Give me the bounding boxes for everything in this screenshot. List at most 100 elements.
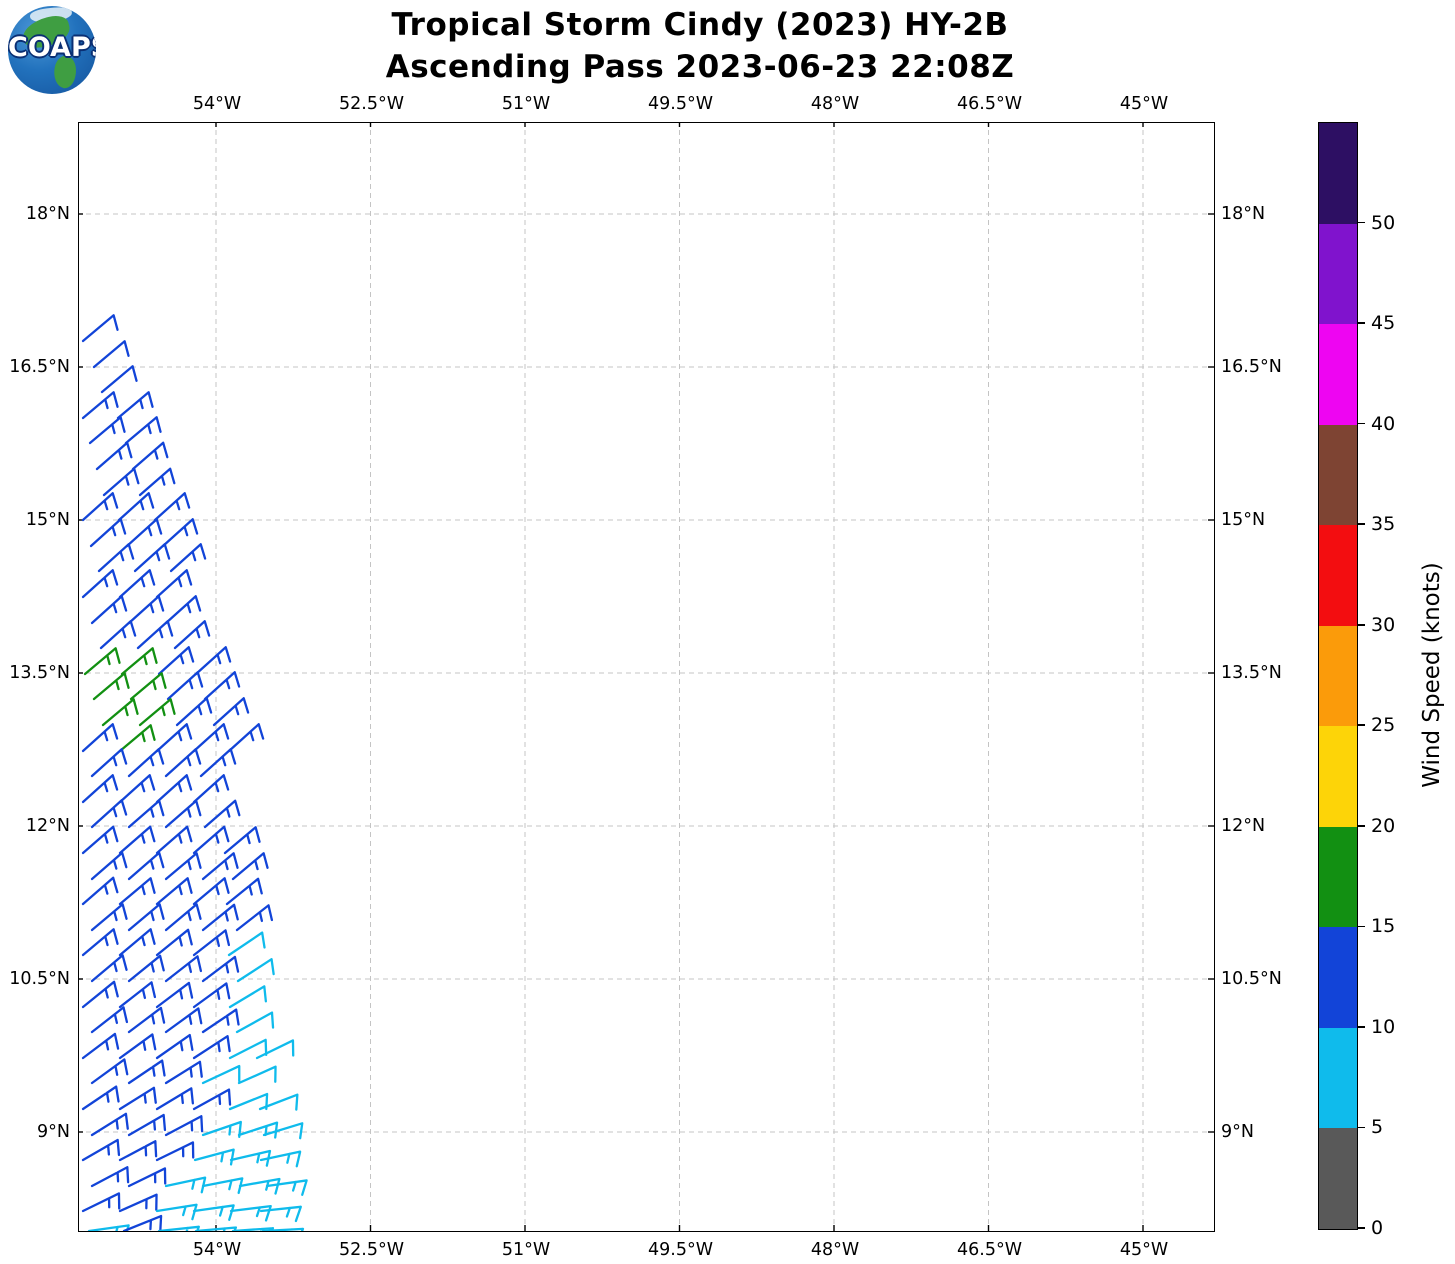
colorbar-tick-label: 40 xyxy=(1371,412,1396,435)
wind-speed-colorbar xyxy=(1318,122,1358,1230)
wind-barb xyxy=(91,852,128,881)
wind-barb xyxy=(123,1215,163,1231)
x-tick-label-bottom: 49.5°W xyxy=(647,1240,714,1260)
wind-barb xyxy=(165,852,203,881)
wind-barb xyxy=(165,800,202,829)
wind-barb xyxy=(256,1039,295,1060)
wind-barb xyxy=(91,595,128,625)
wind-barb xyxy=(119,569,156,599)
wind-barb xyxy=(156,774,193,804)
wind-barb xyxy=(119,826,156,855)
wind-barb xyxy=(119,877,157,906)
colorbar-segment-35-40 xyxy=(1319,424,1357,526)
wind-barb xyxy=(82,826,119,855)
colorbar-tick-mark xyxy=(1357,523,1365,525)
wind-barb xyxy=(213,697,250,727)
x-tick-label-top: 48°W xyxy=(810,94,860,114)
wind-barb xyxy=(117,391,155,420)
wind-barb xyxy=(137,620,174,650)
wind-barb xyxy=(229,985,268,1009)
wind-barb xyxy=(237,958,276,983)
x-tick-label-top: 54°W xyxy=(192,94,242,114)
wind-barb xyxy=(193,723,230,753)
colorbar-tick-mark xyxy=(1357,623,1365,626)
wind-barb xyxy=(103,468,140,497)
wind-barb xyxy=(93,672,131,701)
wind-barb xyxy=(266,1179,309,1197)
x-tick-label-bottom: 45°W xyxy=(1119,1240,1169,1260)
y-tick-label-left: 16.5°N xyxy=(9,357,70,377)
wind-barb xyxy=(156,1203,199,1221)
colorbar-segment-20-25 xyxy=(1319,726,1357,827)
wind-barb xyxy=(100,620,137,650)
wind-barb xyxy=(101,365,139,394)
wind-barb xyxy=(156,1141,195,1162)
wind-barb xyxy=(82,1033,120,1060)
wind-barb xyxy=(128,955,166,983)
colorbar-tick-mark xyxy=(1357,1026,1365,1028)
wind-barb xyxy=(119,928,157,957)
colorbar-segment-5-10 xyxy=(1319,1027,1357,1129)
wind-barb xyxy=(162,518,199,548)
wind-barb xyxy=(128,1059,167,1085)
wind-barb xyxy=(202,956,240,983)
colorbar-tick-mark xyxy=(1357,925,1365,928)
y-tick-label-left: 15°N xyxy=(25,510,70,530)
y-tick-label-right: 12°N xyxy=(1221,816,1266,836)
wind-barb xyxy=(156,569,193,599)
colorbar-segment-0-5 xyxy=(1319,1128,1357,1229)
wind-barb xyxy=(165,955,203,983)
wind-barb xyxy=(154,492,191,522)
wind-barb xyxy=(91,1058,129,1085)
wind-barb xyxy=(156,826,193,855)
wind-barb xyxy=(165,903,203,932)
x-tick-label-top: 52.5°W xyxy=(338,94,405,114)
colorbar-tick-mark xyxy=(1357,422,1365,425)
wind-barb xyxy=(202,1177,244,1195)
wind-barb xyxy=(88,1224,131,1231)
wind-barb xyxy=(156,877,194,906)
colorbar-tick-label: 45 xyxy=(1371,312,1396,335)
wind-barb xyxy=(82,492,119,522)
wind-barb xyxy=(128,852,165,881)
wind-barb xyxy=(82,774,119,804)
wind-barb xyxy=(91,903,129,932)
wind-barb xyxy=(91,1166,130,1188)
wind-barb xyxy=(156,982,194,1009)
wind-barb xyxy=(193,1204,236,1222)
wind-barb xyxy=(158,646,195,676)
map-plot-area xyxy=(78,122,1215,1232)
wind-barb-field xyxy=(79,123,1214,1231)
wind-barb xyxy=(193,982,231,1009)
colorbar-tick-label: 5 xyxy=(1371,1116,1384,1139)
y-tick-label-right: 13.5°N xyxy=(1221,663,1282,683)
wind-barb xyxy=(170,543,207,573)
wind-barb xyxy=(167,671,204,701)
coaps-logo-text: COAPS xyxy=(8,32,96,63)
colorbar-tick-mark xyxy=(1357,1227,1365,1229)
colorbar-segment-30-35 xyxy=(1319,525,1357,626)
wind-barb xyxy=(139,698,177,727)
wind-barb xyxy=(82,723,119,753)
wind-barb xyxy=(194,1148,236,1166)
wind-barb xyxy=(165,748,202,778)
wind-barb xyxy=(128,903,166,932)
wind-barb xyxy=(202,904,240,932)
wind-barb xyxy=(91,748,128,778)
x-tick-label-bottom: 46.5°W xyxy=(956,1240,1023,1260)
y-tick-label-left: 12°N xyxy=(25,816,70,836)
wind-barb xyxy=(156,1087,195,1111)
wind-barb xyxy=(156,929,194,957)
wind-barb xyxy=(119,774,156,804)
colorbar-tick-label: 35 xyxy=(1371,513,1396,536)
wind-barb xyxy=(226,878,264,906)
coaps-logo: COAPS xyxy=(8,6,96,94)
wind-barb xyxy=(82,928,120,957)
colorbar-segment-10-15 xyxy=(1319,927,1357,1028)
wind-barb xyxy=(156,723,193,753)
wind-barb xyxy=(236,904,274,932)
wind-barb xyxy=(90,518,127,548)
wind-barb xyxy=(202,1065,241,1085)
wind-barb xyxy=(202,1008,241,1034)
wind-barb xyxy=(84,647,122,676)
